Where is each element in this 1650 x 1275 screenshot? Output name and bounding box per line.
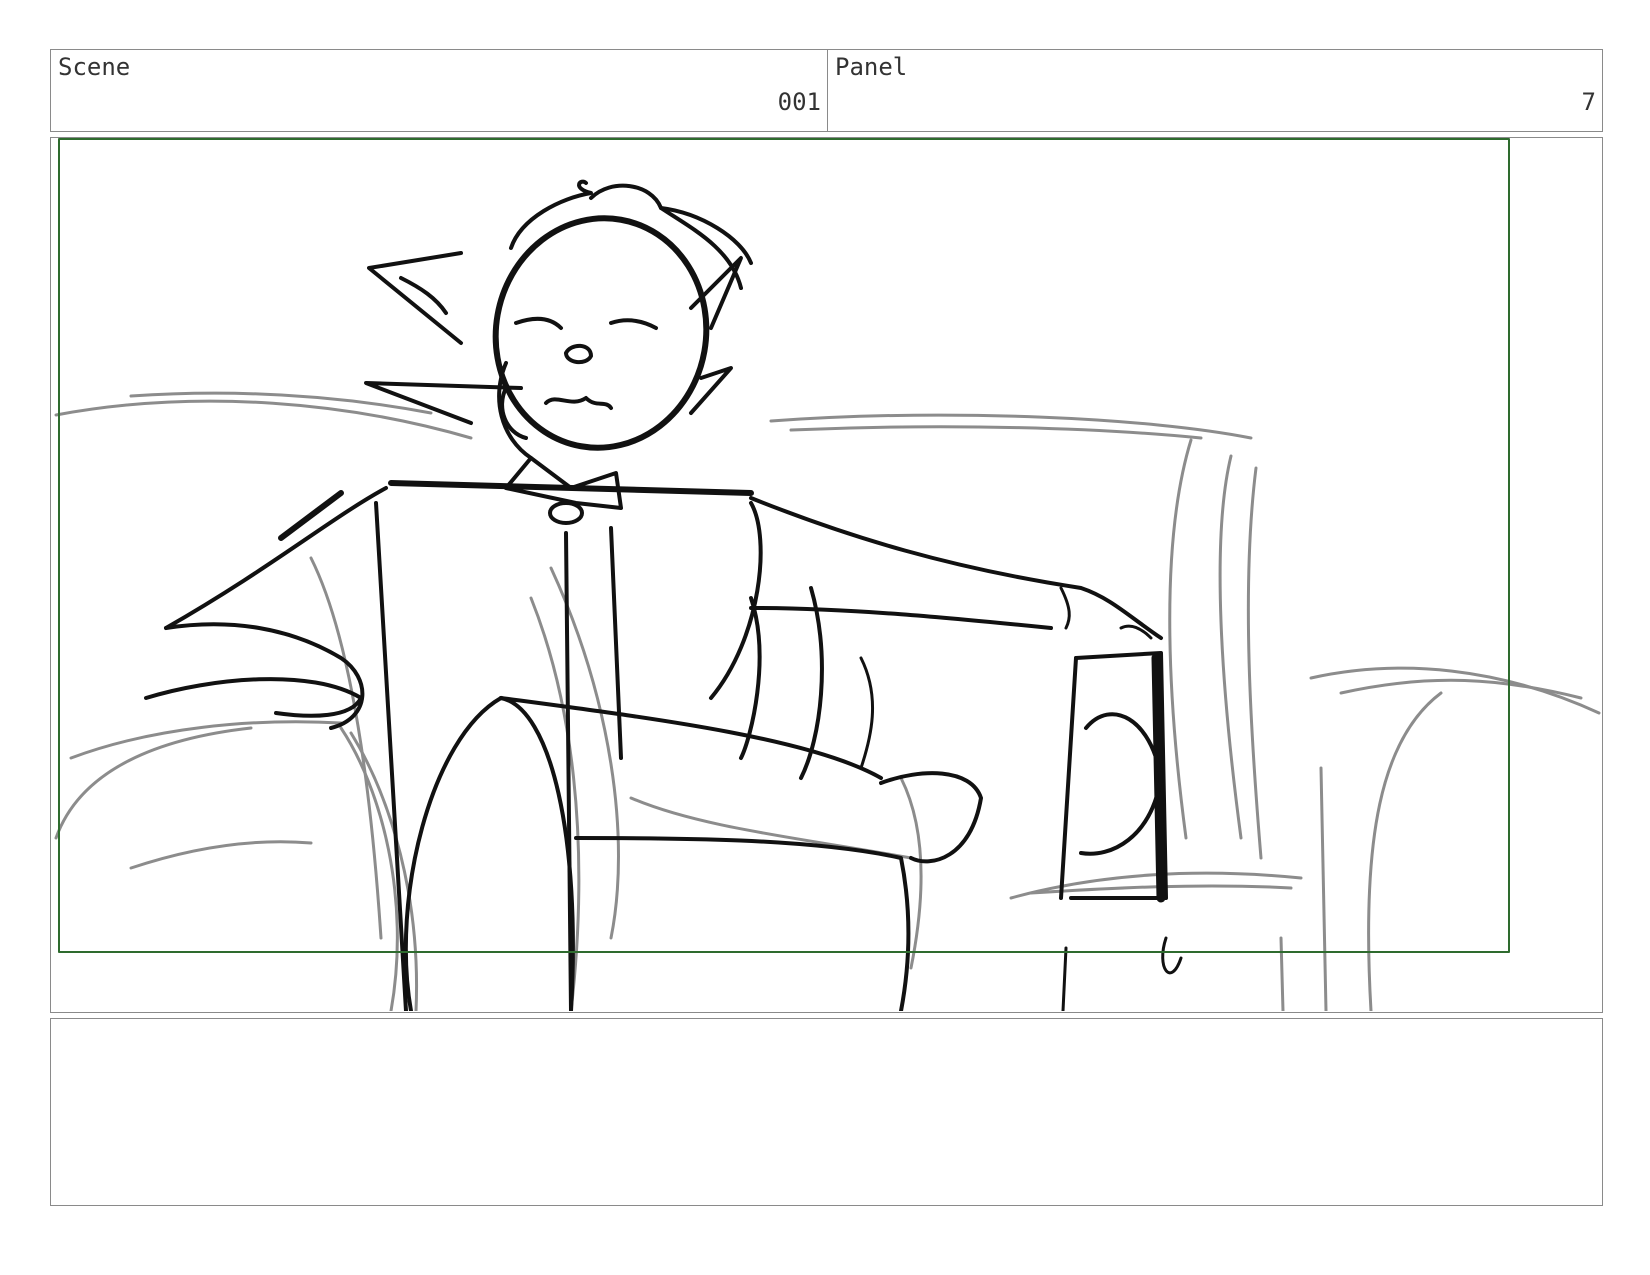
scene-number[interactable]: 001 bbox=[778, 90, 821, 114]
sketch-drawing bbox=[54, 138, 1601, 1011]
scene-field: Scene 001 bbox=[50, 49, 828, 132]
panel-number[interactable]: 7 bbox=[1582, 90, 1596, 114]
notes-field[interactable] bbox=[50, 1018, 1603, 1206]
panel-label: Panel bbox=[835, 53, 908, 81]
storyboard-frame[interactable] bbox=[50, 137, 1603, 1013]
safe-frame bbox=[58, 138, 1510, 953]
panel-field: Panel 7 bbox=[827, 49, 1603, 132]
couch-sketch bbox=[54, 391, 1601, 1011]
character-sketch bbox=[144, 179, 1183, 1011]
scene-label: Scene bbox=[58, 53, 131, 81]
